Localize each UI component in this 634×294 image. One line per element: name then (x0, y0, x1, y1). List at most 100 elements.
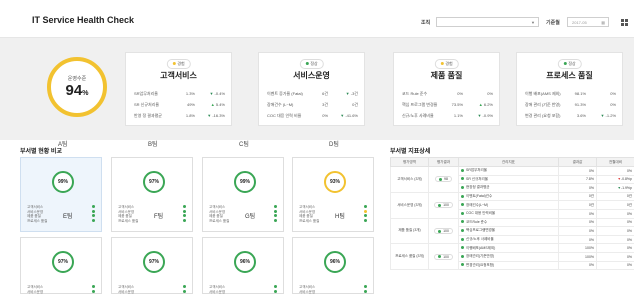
kpi-delta: 0% (610, 102, 616, 107)
kpi-row: SR 신규처리율 49% ▲ 5.4% (134, 102, 225, 108)
team-status-dots (364, 205, 367, 223)
area-cell: 프로세스 품질 (3개) (390, 243, 429, 271)
kpi-card[interactable]: 경험 고객서비스 SR업무처리율 1.3% ▼ -0.4% SR 신규처리율 49… (125, 52, 232, 126)
status-dot-icon (274, 205, 277, 208)
kpi-card[interactable]: 정상 프로세스 품질 이행 배포(AMS 제외) 98.1% 0% 장애 관리 (… (516, 52, 623, 126)
status-dot-icon (461, 254, 464, 258)
kpi-cell: 변경관리(요청포함) (458, 260, 559, 271)
value-cell: 0% (558, 183, 597, 193)
score-badge: 98 (435, 176, 452, 183)
kpi-delta: ▲ 5.4% (210, 102, 225, 107)
score-cell: 100 (428, 217, 459, 245)
status-dot-icon (274, 214, 277, 218)
dept-detail-title: 부서별 지표상세 (390, 149, 431, 155)
status-dot-icon (92, 285, 95, 288)
table-header: 전월대비 (596, 157, 634, 167)
team-item-label: 서비스운영 (27, 289, 44, 294)
area-cell: 고객서비스 (3개) (390, 166, 429, 193)
value-cell: 0% (558, 166, 597, 176)
status-dot-icon (274, 209, 277, 213)
status-dot-icon (183, 209, 186, 213)
table-header: 평가결과 (428, 157, 459, 167)
kpi-value: 0% (457, 91, 463, 96)
value-cell: 0% (558, 226, 597, 236)
status-dot-icon (183, 285, 186, 288)
team-label-d: D팀 (329, 142, 339, 148)
delta-cell: 0% (596, 234, 634, 245)
calendar-icon: ▦ (601, 20, 605, 25)
table-row[interactable]: 고객서비스 (3개) 98 SR업무처리율 0% 0% (390, 166, 634, 193)
status-dot-icon (461, 211, 464, 215)
triangle-up-icon: ▲ (478, 102, 483, 107)
status-dot-icon (461, 203, 464, 207)
kpi-delta: ▲ 6.2% (478, 102, 493, 107)
kpi-value: 6건 (322, 91, 328, 96)
status-dot-icon (461, 186, 464, 190)
dept-comparison-title: 부서별 현황 비교 (20, 149, 62, 155)
kpi-metric: 장애건수 (L~M) (267, 102, 294, 107)
status-dot-icon (183, 218, 186, 222)
table-row[interactable]: 제품 품질 (3개) 100 코드Rule 준수 0% 0% (390, 217, 634, 245)
kpi-card[interactable]: 정상 서비스운영 이벤트 증가율 (Fatal) 6건 ▼ -3건 장애건수 (L… (258, 52, 365, 126)
team-card[interactable]: 97% 고객서비스 서비스운영 제품 품질 프로세스 품질 F팀 (111, 157, 193, 232)
org-select[interactable]: ▼ (436, 17, 539, 27)
card-title: 서비스운영 (293, 71, 330, 80)
score-cell: 100 (428, 243, 459, 271)
triangle-down-icon: ▼ (345, 91, 350, 96)
month-date-picker[interactable]: 2017-05 ▦ (567, 17, 609, 27)
delta-cell: 0% (596, 243, 634, 253)
team-item-label: 프로세스 품질 (27, 218, 48, 223)
kpi-row: 장애 관리 (기준 반영) 91.3% 0% (525, 102, 616, 108)
kpi-row: SR업무처리율 1.3% ▼ -0.4% (134, 91, 225, 97)
status-dot-icon (92, 205, 95, 208)
team-label-b: B팀 (148, 142, 158, 148)
team-card[interactable]: 93% 고객서비스 서비스운영 제품 품질 프로세스 품질 H팀 (292, 157, 374, 232)
team-items: 고객서비스 서비스운영 제품 품질 프로세스 품질 (299, 205, 319, 223)
status-dot-icon (461, 263, 464, 267)
overall-gauge-value: 94% (65, 82, 89, 99)
kpi-value: 1.1% (453, 113, 463, 118)
team-item-label: 서비스운영 (209, 289, 226, 294)
status-dot-icon (461, 220, 464, 224)
team-items: 고객서비스 서비스운영 (299, 285, 315, 294)
team-score-gauge: 96% (234, 251, 256, 273)
card-title: 제품 품질 (430, 71, 463, 80)
team-item-label: 고객서비스 (27, 285, 44, 289)
table-row[interactable]: 서비스운영 (3개) 100 이벤트(Fatal)건수 0건 0건 (390, 191, 634, 219)
team-label-c: C팀 (239, 142, 249, 148)
team-card[interactable]: 99% 고객서비스 서비스운영 제품 품질 프로세스 품질 G팀 (202, 157, 284, 232)
team-card[interactable]: 99% 고객서비스 서비스운영 제품 품질 프로세스 품질 E팀 (20, 157, 102, 232)
status-dot-icon (274, 285, 277, 288)
overall-gauge-label: 운영수준 (67, 76, 87, 82)
kpi-card[interactable]: 경험 제품 품질 코드 Rule 준수 0% 0% 핵심 프로그램 변경율 73.… (393, 52, 500, 126)
kpi-value: 3건 (322, 102, 328, 107)
team-card[interactable]: 97% 고객서비스 서비스운영 (20, 237, 102, 294)
area-cell: 서비스운영 (3개) (390, 191, 429, 219)
kpi-metric: SR 신규처리율 (134, 102, 160, 107)
grid-menu-icon[interactable] (621, 19, 628, 26)
kpi-cell: SR업무처리율 (458, 166, 559, 176)
kpi-delta: 0건 (352, 102, 358, 107)
kpi-row: 코드 Rule 준수 0% 0% (402, 91, 493, 97)
kpi-value: 98.1% (574, 91, 586, 96)
status-dot-icon (364, 289, 367, 293)
team-card[interactable]: 97% 고객서비스 서비스운영 (111, 237, 193, 294)
table-header: 결과값 (558, 157, 597, 167)
triangle-up-icon: ▲ (210, 102, 215, 107)
team-name: H팀 (335, 214, 345, 220)
status-dot-icon (438, 229, 442, 233)
team-card[interactable]: 96% 고객서비스 서비스운영 (202, 237, 284, 294)
table-header: 평가영역 (390, 157, 429, 167)
team-item-label: 고객서비스 (209, 285, 226, 289)
team-card[interactable]: 96% 고객서비스 서비스운영 (292, 237, 374, 294)
status-badge: 경험 (166, 59, 191, 69)
status-dot-icon (364, 214, 367, 218)
team-score: 99% (239, 179, 250, 185)
delta-cell: ▼-1.9%p (596, 183, 634, 193)
team-status-dots (92, 205, 95, 223)
table-row[interactable]: 프로세스 품질 (3개) 100 이행배포(AMS제외) 100% 0% (390, 243, 634, 271)
status-badge: 정상 (299, 59, 324, 69)
delta-cell: 0% (596, 260, 634, 271)
status-dot-icon (439, 177, 443, 181)
kpi-delta: ▼ -41.6% (340, 113, 358, 118)
